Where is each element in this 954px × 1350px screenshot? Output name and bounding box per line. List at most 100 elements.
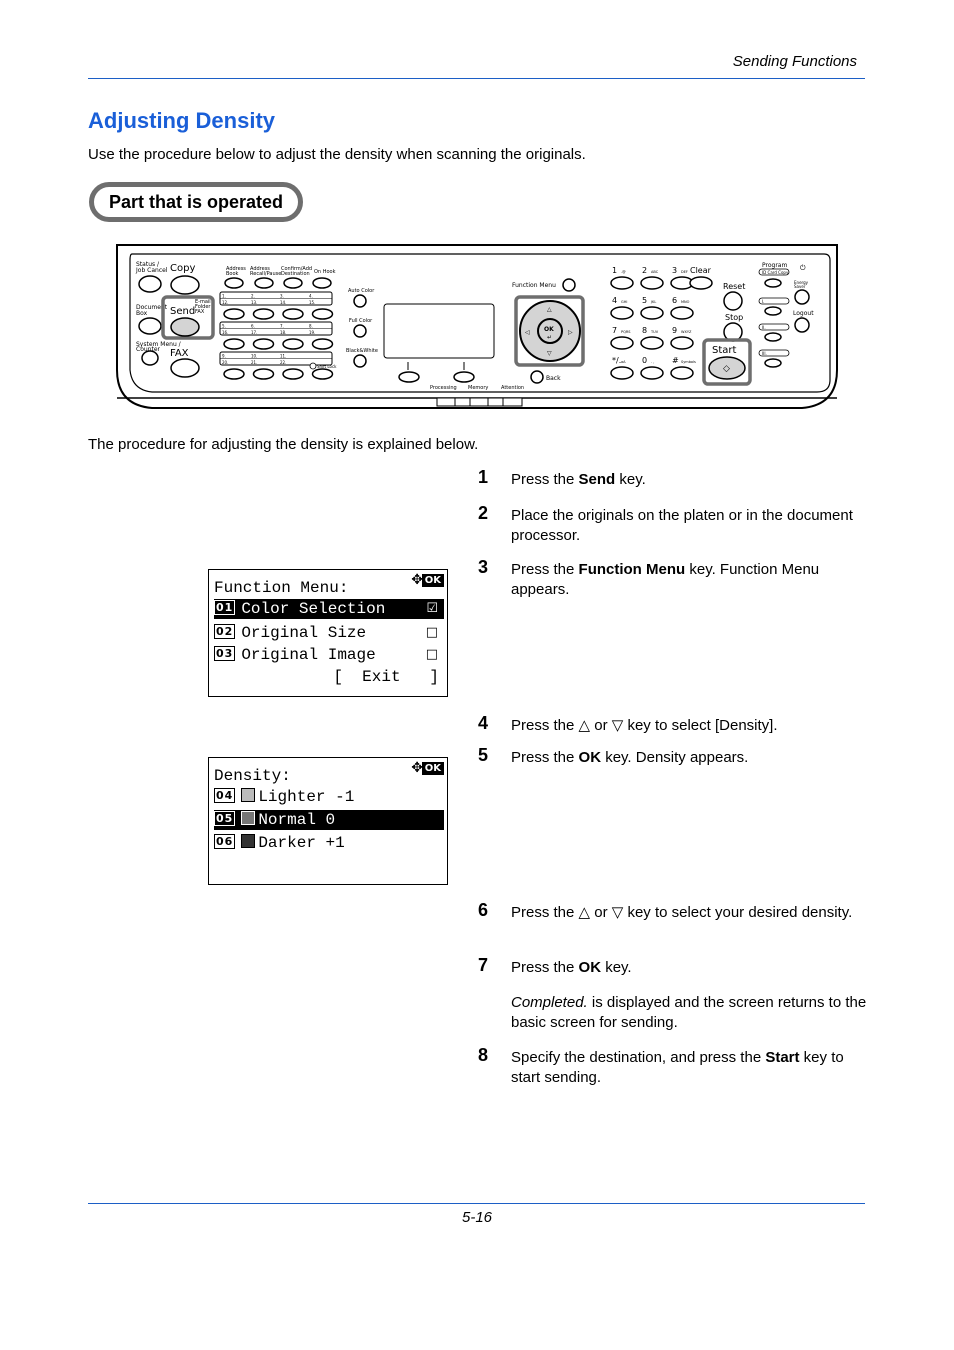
reset-key[interactable]: [723, 291, 743, 311]
one-touch-key[interactable]: [311, 368, 334, 380]
item-number-badge: 01: [214, 600, 236, 615]
numpad-sublabel: aA: [621, 360, 626, 364]
document-box-key[interactable]: [138, 317, 162, 335]
one-touch-key[interactable]: [282, 308, 304, 320]
right-select-key[interactable]: [453, 371, 475, 383]
numpad-label: 5: [642, 296, 647, 305]
intro-text: Use the procedure below to adjust the de…: [88, 146, 586, 163]
auto-color-key[interactable]: [353, 294, 367, 308]
item-label: Original Image: [241, 646, 376, 664]
one-touch-key[interactable]: [311, 308, 334, 320]
numpad-label: 3: [672, 266, 677, 275]
one-touch-key[interactable]: [311, 338, 334, 350]
send-key[interactable]: [170, 317, 200, 337]
one-touch-key[interactable]: [252, 338, 275, 350]
numpad-label: */.: [612, 356, 621, 365]
numpad-key-2[interactable]: [640, 276, 664, 290]
numpad-label: 2: [642, 266, 647, 275]
density-option[interactable]: 04 Lighter -1: [214, 787, 444, 807]
header-rule: [88, 78, 865, 79]
program-slot-key[interactable]: [764, 358, 782, 368]
logout-key[interactable]: [794, 317, 810, 333]
svg-text:Saver: Saver: [794, 284, 806, 289]
step-text: Press the △ or ▽ key to select [Density]…: [511, 716, 868, 736]
numpad-key-6[interactable]: [670, 306, 694, 320]
numpad-key-9[interactable]: [670, 336, 694, 350]
menu-item[interactable]: 03 Original Image □: [214, 645, 444, 665]
menu-item[interactable]: 02 Original Size □: [214, 623, 444, 643]
svg-text:Memory: Memory: [468, 385, 488, 391]
step-number: 1: [478, 467, 489, 487]
numpad-key-*/.[interactable]: [610, 366, 634, 380]
ok-label: OK: [544, 326, 554, 333]
step-number: 5: [478, 745, 489, 765]
part-operated-label: Part that is operated: [89, 182, 303, 222]
menu-item[interactable]: 01 Color Selection ☑: [214, 599, 444, 619]
numpad-sublabel: Symbols: [681, 360, 696, 364]
numpad-sublabel: TUV: [650, 330, 659, 334]
numpad-label: 0: [642, 356, 647, 365]
density-option[interactable]: 05 Normal 0: [214, 810, 444, 830]
program-key[interactable]: [764, 278, 782, 288]
item-label: Original Size: [241, 624, 367, 642]
one-touch-key[interactable]: [223, 338, 245, 350]
one-touch-number: 8.: [309, 324, 313, 329]
checked-icon: ☑: [426, 601, 438, 616]
step-number: 4: [478, 713, 489, 733]
status-job-cancel-key[interactable]: [138, 275, 162, 293]
clear-key[interactable]: [689, 276, 713, 290]
logout-label: Logout: [793, 310, 814, 317]
reset-label: Reset: [723, 282, 745, 291]
page-number: 5-16: [461, 1209, 493, 1226]
one-touch-number: 5.: [222, 324, 226, 329]
copy-key[interactable]: [170, 275, 200, 295]
full-color-key[interactable]: [353, 324, 367, 338]
numpad-key-8[interactable]: [640, 336, 664, 350]
program-slot-key[interactable]: [764, 306, 782, 316]
numpad-key-0[interactable]: [640, 366, 664, 380]
left-select-key[interactable]: [398, 371, 420, 383]
back-key[interactable]: [530, 370, 544, 384]
one-touch-key[interactable]: [282, 338, 304, 350]
density-pattern-icon: [241, 811, 256, 825]
numpad-key-#[interactable]: [670, 366, 694, 380]
svg-text:↵: ↵: [547, 334, 552, 341]
density-option[interactable]: 06 Darker +1: [214, 833, 444, 853]
exit-option[interactable]: [ Exit ]: [214, 667, 439, 687]
power-icon: ⏻: [800, 264, 806, 272]
one-touch-key[interactable]: [252, 308, 275, 320]
numpad-label: 4: [612, 296, 617, 305]
one-touch-number: 21.: [251, 360, 257, 365]
one-touch-key[interactable]: [223, 368, 245, 380]
confirm-destination-key[interactable]: [283, 277, 303, 289]
system-menu-key[interactable]: [141, 350, 159, 366]
black-white-key[interactable]: [353, 354, 367, 368]
item-number-badge: 04: [214, 788, 236, 803]
step-text-post: key.: [615, 471, 646, 488]
address-recall-key[interactable]: [254, 277, 274, 289]
svg-text:Job Cancel: Job Cancel: [135, 267, 168, 274]
energy-saver-key[interactable]: [794, 289, 810, 305]
numpad-key-1[interactable]: [610, 276, 634, 290]
step-3: 3 Press the Function Menu key. Function M…: [478, 557, 868, 600]
numpad-sublabel: GHI: [621, 300, 627, 304]
one-touch-key[interactable]: [252, 368, 275, 380]
fax-key[interactable]: [170, 358, 200, 378]
one-touch-key[interactable]: [282, 368, 304, 380]
numpad-key-5[interactable]: [640, 306, 664, 320]
one-touch-number: 20.: [222, 360, 228, 365]
one-touch-key[interactable]: [223, 308, 245, 320]
on-hook-key[interactable]: [312, 277, 332, 289]
screen-title: Density:: [214, 767, 291, 785]
function-menu-key[interactable]: [562, 278, 576, 292]
one-touch-number: 17.: [251, 330, 257, 335]
step-8: 8 Specify the destination, and press the …: [478, 1045, 868, 1088]
numpad-key-4[interactable]: [610, 306, 634, 320]
program-slot-key[interactable]: [764, 332, 782, 342]
one-touch-number: 22.: [280, 360, 286, 365]
density-pattern-icon: [241, 834, 256, 848]
numpad-key-7[interactable]: [610, 336, 634, 350]
one-touch-number: 9.: [222, 354, 226, 359]
address-book-key[interactable]: [224, 277, 244, 289]
step-key-name: Send: [578, 471, 616, 488]
